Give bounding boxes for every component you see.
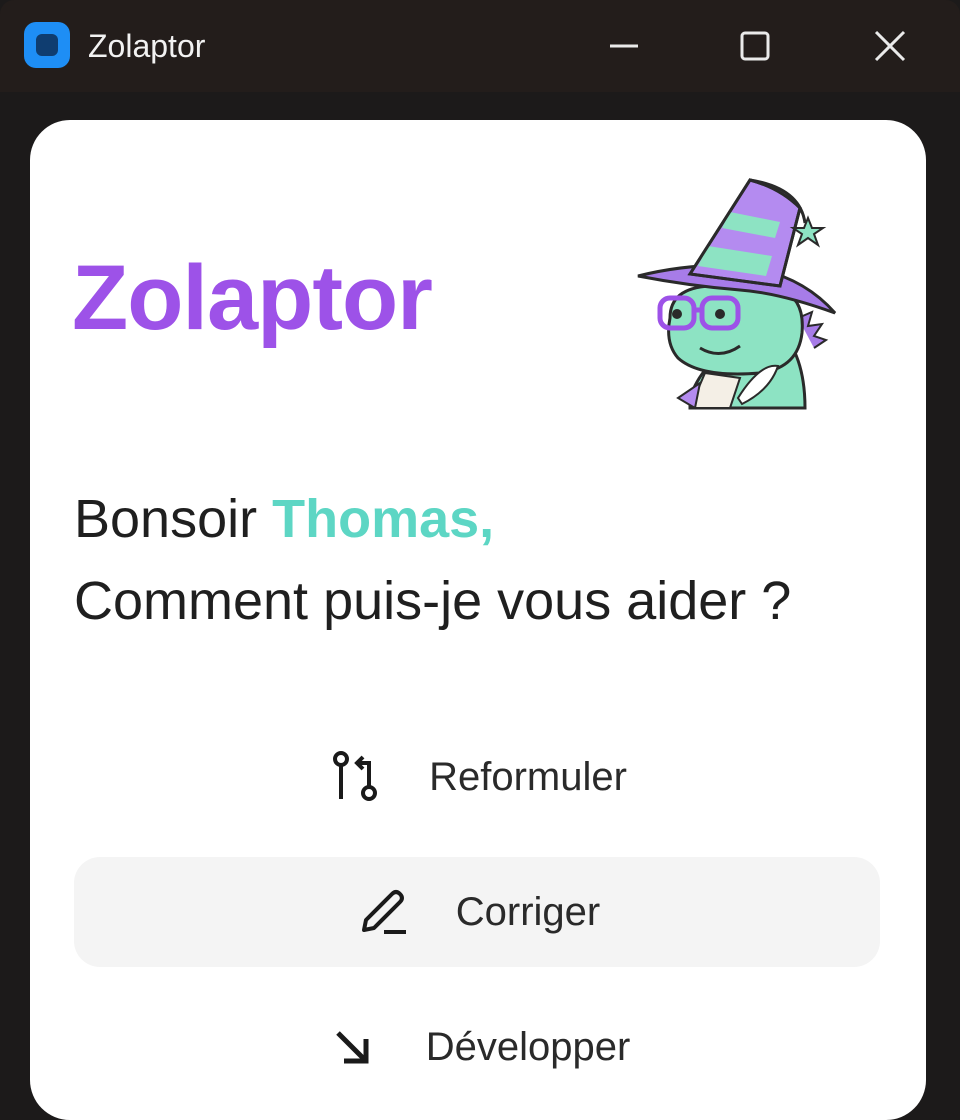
wizard-dinosaur-mascot — [637, 178, 837, 410]
window-title: Zolaptor — [88, 28, 206, 64]
app-icon — [24, 22, 70, 68]
corriger-label: Corriger — [455, 889, 601, 934]
git-branch-icon — [327, 749, 383, 805]
maximize-icon — [740, 31, 770, 61]
arrow-down-right-icon — [324, 1019, 380, 1075]
corriger-button[interactable]: Corriger — [74, 857, 880, 967]
close-button[interactable] — [866, 22, 914, 70]
reformuler-button[interactable]: Reformuler — [74, 722, 880, 832]
developper-button[interactable]: Développer — [74, 992, 880, 1102]
user-name: Thomas, — [272, 489, 495, 549]
title-bar[interactable]: Zolaptor — [0, 0, 960, 92]
developper-label: Développer — [425, 1024, 631, 1069]
greeting-line-1: Bonsoir Thomas, — [74, 478, 791, 560]
mascot-image — [630, 168, 850, 428]
close-icon — [874, 30, 906, 62]
maximize-button[interactable] — [731, 22, 779, 70]
reformuler-label: Reformuler — [429, 754, 627, 799]
minimize-button[interactable] — [600, 22, 648, 70]
greeting-question: Comment puis-je vous aider ? — [74, 571, 792, 631]
minimize-icon — [610, 44, 638, 48]
greeting-salutation: Bonsoir — [74, 489, 258, 549]
brand-title: Zolaptor — [72, 247, 433, 349]
pencil-icon — [354, 884, 410, 940]
greeting-text: Bonsoir Thomas, Comment puis-je vous aid… — [74, 478, 791, 642]
